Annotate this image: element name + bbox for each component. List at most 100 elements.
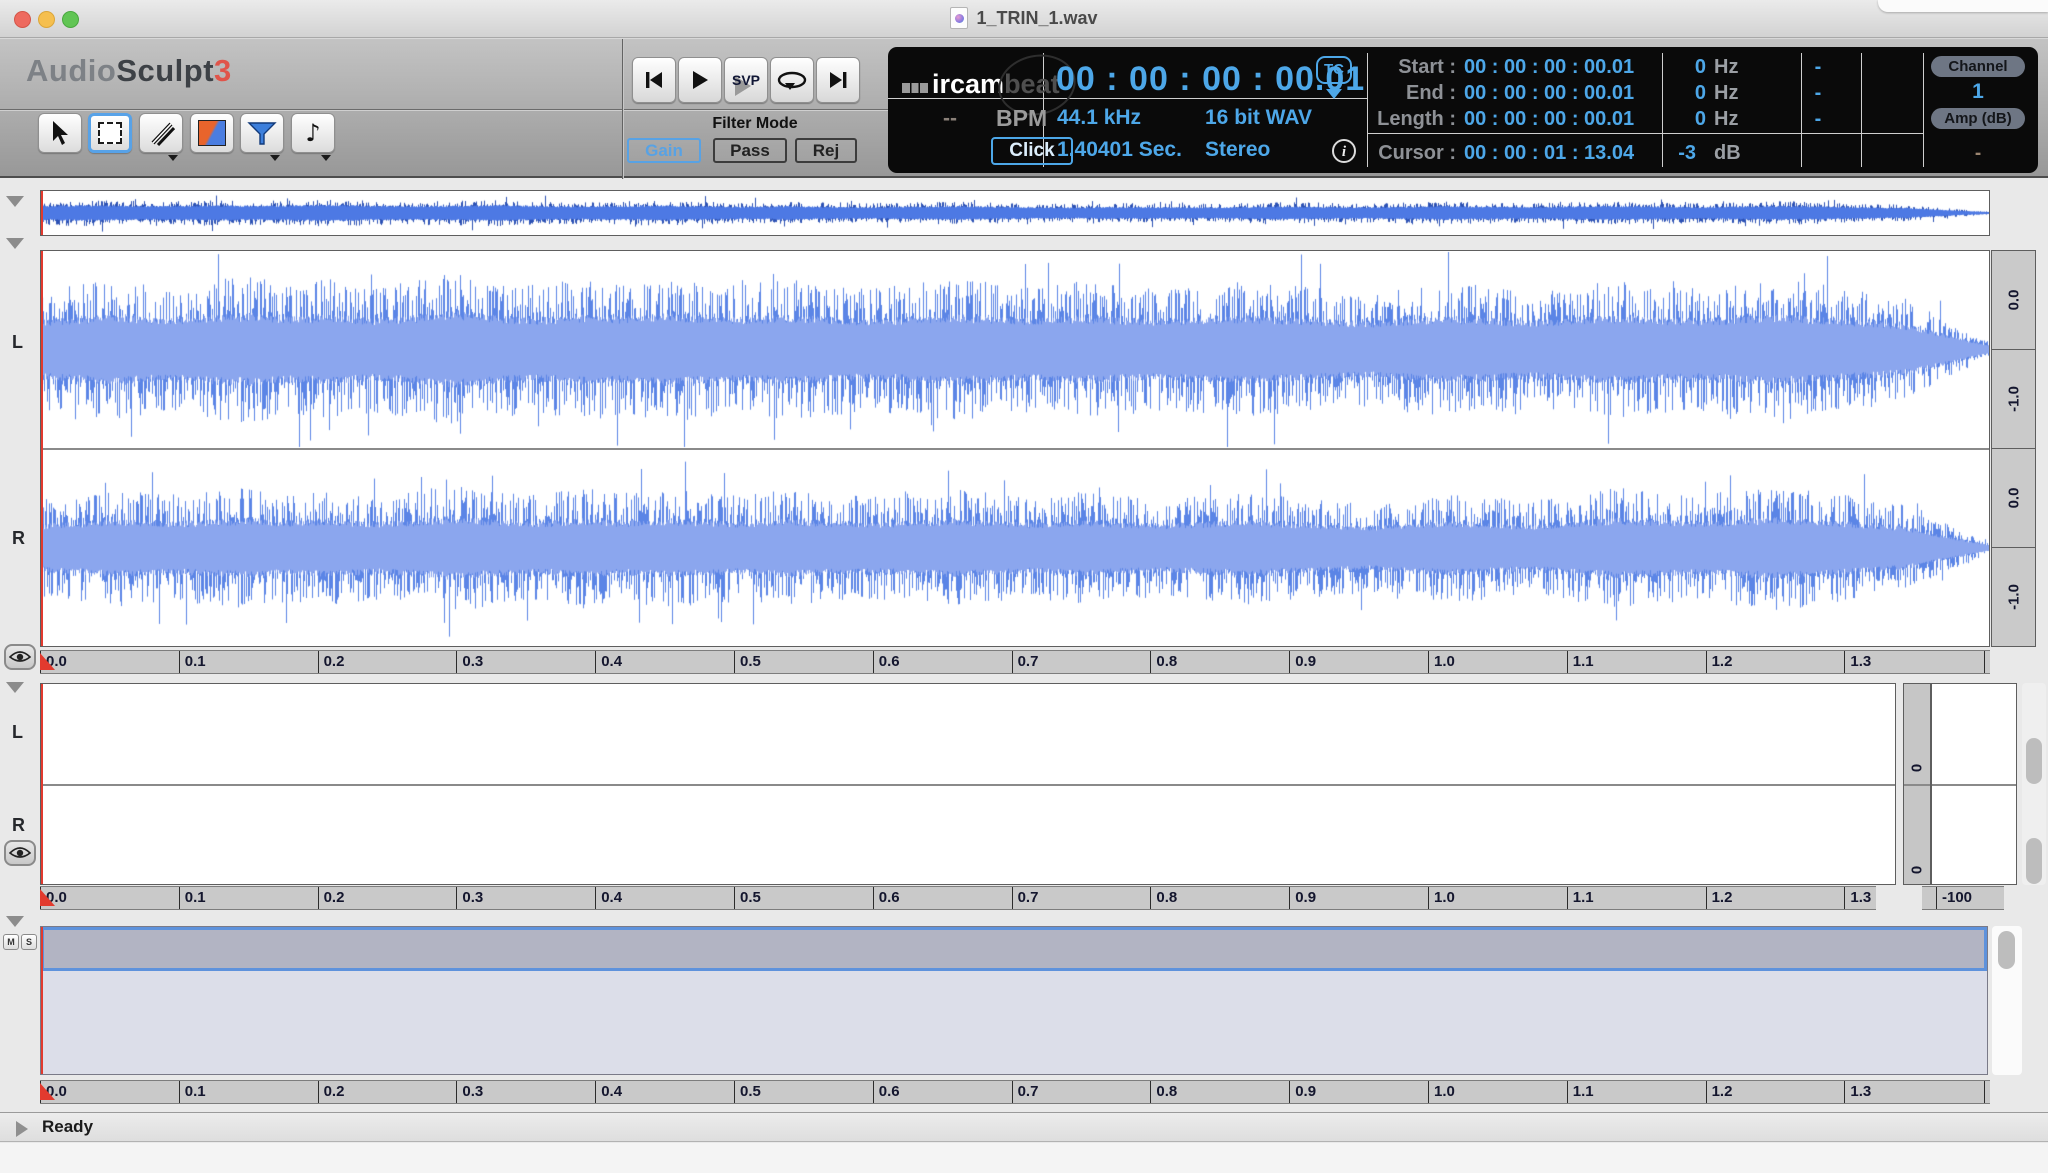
overview-waveform bbox=[41, 191, 1989, 235]
amp-scale-cell: 0.0 bbox=[1992, 449, 2035, 548]
filter-mode-label: Filter Mode bbox=[622, 115, 888, 133]
ruler-tick: 1.3 bbox=[1844, 887, 1871, 909]
length-label: Length : bbox=[1276, 108, 1456, 131]
channel-divider bbox=[1932, 784, 2016, 786]
ruler-tick: 0.5 bbox=[734, 1081, 761, 1103]
time-ruler-sonogram[interactable]: 0.00.10.20.30.40.50.60.70.80.91.01.11.21… bbox=[40, 886, 1876, 910]
zone-tool-button[interactable] bbox=[190, 113, 234, 153]
filter-mode-gain-button[interactable]: Gain bbox=[627, 138, 701, 163]
right-channel-waveform bbox=[41, 450, 1989, 646]
amp-scale-cell: -1.0 bbox=[1992, 548, 2035, 646]
lcd-divider bbox=[1861, 53, 1862, 167]
overview-waveform-panel[interactable] bbox=[40, 190, 1990, 236]
ruler-tick: 0.8 bbox=[1150, 1081, 1177, 1103]
playhead-cursor-line bbox=[41, 684, 43, 884]
sono-scale-strip: 0 0 bbox=[1903, 683, 1931, 885]
note-tool-menu-arrow-icon[interactable] bbox=[321, 155, 331, 161]
start-value: 00 : 00 : 00 : 00.01 bbox=[1464, 56, 1634, 79]
left-channel-label: L bbox=[12, 332, 23, 353]
loop-icon bbox=[775, 69, 809, 91]
playhead-cursor-line bbox=[41, 251, 43, 646]
document-icon bbox=[950, 7, 968, 29]
main-waveform-panel[interactable] bbox=[40, 250, 1990, 647]
ruler-tick: 0.9 bbox=[1289, 887, 1316, 909]
segment-track-panel[interactable] bbox=[40, 926, 1988, 1075]
toolbar-divider-h bbox=[0, 109, 888, 110]
note-tool-button[interactable]: ♪ bbox=[291, 113, 335, 153]
cursor-label: Cursor : bbox=[1276, 142, 1456, 165]
go-to-end-button[interactable] bbox=[816, 57, 860, 103]
pencil-tool-button[interactable] bbox=[139, 113, 183, 153]
cursor-level: -3 bbox=[1656, 142, 1696, 165]
amp-scale-cell: 0.0 bbox=[1992, 251, 2035, 350]
pencil-tool-menu-arrow-icon[interactable] bbox=[168, 155, 178, 161]
sonogram-visibility-eye-button[interactable] bbox=[4, 840, 36, 866]
scrollbar-thumb[interactable] bbox=[1998, 931, 2015, 969]
duration-value: 1.40401 Sec. bbox=[1057, 138, 1182, 162]
track-disclosure-triangle[interactable] bbox=[6, 916, 24, 927]
overview-disclosure-triangle[interactable] bbox=[6, 196, 24, 207]
waveform-visibility-eye-button[interactable] bbox=[4, 644, 36, 670]
ruler-tick: 0.1 bbox=[179, 1081, 206, 1103]
ruler-tick: 1.0 bbox=[1428, 887, 1455, 909]
ruler-tick: 0.3 bbox=[456, 651, 483, 673]
amp-db-pill: Amp (dB) bbox=[1931, 108, 2025, 129]
channel-pill: Channel bbox=[1931, 56, 2025, 77]
time-ruler-track[interactable]: 0.00.10.20.30.40.50.60.70.80.91.01.11.21… bbox=[40, 1080, 1990, 1104]
arrow-tool-button[interactable] bbox=[38, 113, 82, 153]
status-text: Ready bbox=[42, 1117, 93, 1137]
ruler-tick: 1.0 bbox=[1428, 1081, 1455, 1103]
channel-mode-value: Stereo bbox=[1205, 138, 1270, 162]
ruler-tick: 0.1 bbox=[179, 651, 206, 673]
length-freq-unit: Hz bbox=[1714, 108, 1738, 131]
end-label: End : bbox=[1276, 82, 1456, 105]
mute-button[interactable]: M bbox=[3, 934, 19, 950]
samplerate-value: 44.1 kHz bbox=[1057, 106, 1141, 130]
selection-tool-button[interactable] bbox=[88, 113, 132, 153]
sonogram-panel[interactable] bbox=[40, 683, 1896, 885]
sono-scrollbar[interactable] bbox=[2022, 683, 2046, 885]
time-ruler-main[interactable]: 0.00.10.20.30.40.50.60.70.80.91.01.11.21… bbox=[40, 650, 1990, 674]
marquee-selection-icon bbox=[98, 122, 122, 144]
length-extra: - bbox=[1808, 108, 1828, 131]
waveform-disclosure-triangle[interactable] bbox=[6, 238, 24, 249]
background-window-corner bbox=[1878, 0, 2048, 12]
sonogram-disclosure-triangle[interactable] bbox=[6, 682, 24, 693]
ruler-tick: 1.2 bbox=[1706, 887, 1733, 909]
scrollbar-thumb[interactable] bbox=[2026, 838, 2042, 884]
ruler-tick: 0.8 bbox=[1150, 651, 1177, 673]
segment-track-header[interactable] bbox=[41, 927, 1987, 971]
segment-scrollbar[interactable] bbox=[1992, 926, 2022, 1075]
solo-button[interactable]: S bbox=[21, 934, 37, 950]
ruler-tick: 0.6 bbox=[873, 651, 900, 673]
sono-left-channel-label: L bbox=[12, 722, 23, 743]
filter-tool-button[interactable] bbox=[240, 113, 284, 153]
amp-db-value: - bbox=[1931, 143, 2025, 165]
cursor-value: 00 : 00 : 01 : 13.04 bbox=[1464, 142, 1634, 165]
ruler-tick: 1.0 bbox=[1428, 651, 1455, 673]
status-disclosure-icon[interactable] bbox=[16, 1121, 28, 1137]
filter-tool-menu-arrow-icon[interactable] bbox=[270, 155, 280, 161]
funnel-filter-icon bbox=[247, 119, 277, 147]
svp-play-button[interactable]: SVP bbox=[724, 57, 768, 103]
loop-button[interactable] bbox=[770, 57, 814, 103]
filter-mode-rej-button[interactable]: Rej bbox=[795, 138, 857, 163]
filter-mode-pass-button[interactable]: Pass bbox=[713, 138, 787, 163]
amp-scale-cell: -1.0 bbox=[1992, 350, 2035, 449]
channel-divider bbox=[41, 784, 1895, 786]
ruler-tick: 1.2 bbox=[1706, 1081, 1733, 1103]
toolbar-divider-v bbox=[622, 39, 623, 179]
play-button[interactable] bbox=[678, 57, 722, 103]
scrollbar-thumb[interactable] bbox=[2026, 738, 2042, 784]
ruler-tick: 0.8 bbox=[1150, 887, 1177, 909]
ruler-tick: 0.7 bbox=[1012, 887, 1039, 909]
footer-area bbox=[0, 1143, 2048, 1173]
ruler-tick: 1.3 bbox=[1844, 651, 1871, 673]
ruler-tick: 1.3 bbox=[1844, 1081, 1871, 1103]
go-to-start-button[interactable] bbox=[632, 57, 676, 103]
ruler-tick: 0.2 bbox=[318, 887, 345, 909]
ruler-tick: 1.1 bbox=[1567, 887, 1594, 909]
ruler-tick: 0.4 bbox=[595, 887, 622, 909]
lcd-display: ircambeat -- BPM Click 00 : 00 : 00 : 00… bbox=[888, 47, 2038, 173]
window-title: 1_TRIN_1.wav bbox=[0, 7, 2048, 29]
